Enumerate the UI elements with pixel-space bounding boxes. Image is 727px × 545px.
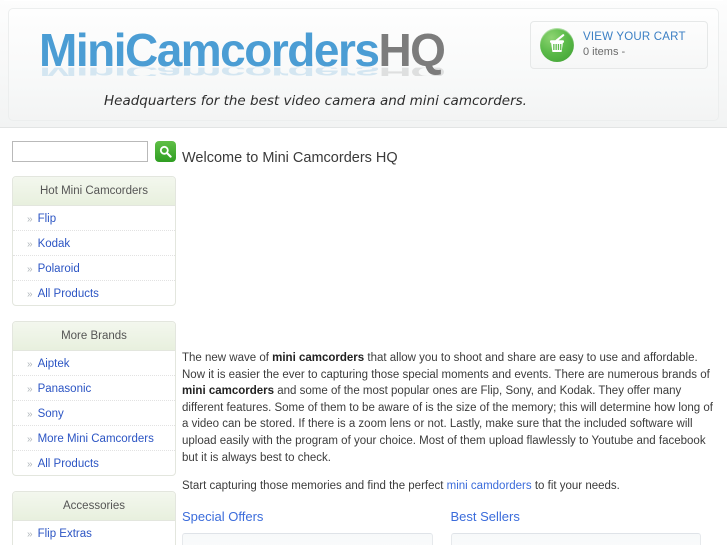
list-item[interactable]: » More Mini Camcorders: [13, 426, 175, 451]
list-item[interactable]: » Kodak: [13, 231, 175, 256]
sidebar-panel-more-brands: More Brands » Aiptek » Panasonic » Sony » Mo…: [12, 321, 176, 476]
cart-item-count: 0 items -: [583, 46, 626, 59]
mini-camcorders-link[interactable]: mini camdorders: [447, 480, 532, 492]
best-sellers-section: Best Sellers: [450, 508, 720, 545]
special-offers-title: Special Offers: [182, 508, 264, 524]
list-item[interactable]: » All Products: [13, 281, 175, 305]
chevron-right-icon: »: [27, 359, 33, 370]
paragraph-text: Start capturing those memories and find …: [182, 480, 447, 493]
list-item[interactable]: » Aiptek: [13, 351, 175, 376]
chevron-right-icon: »: [27, 529, 33, 540]
bold-keyword: mini camcorders: [182, 385, 275, 398]
intro-paragraph: The new wave of mini camcorders that all…: [182, 350, 719, 466]
site-logo[interactable]: MiniCamcordersHQ MiniCamcordersHQ: [39, 25, 509, 98]
search-form: [12, 141, 176, 162]
list-item[interactable]: » Sony: [13, 401, 175, 426]
chevron-right-icon: »: [27, 289, 33, 300]
cart-title: VIEW YOUR CART: [583, 30, 686, 43]
sidebar-item-all-products[interactable]: All Products: [38, 458, 99, 470]
view-cart-button[interactable]: VIEW YOUR CART 0 items -: [530, 21, 708, 69]
body-area: Hot Mini Camcorders » Flip » Kodak » Polaro…: [0, 128, 727, 545]
search-input[interactable]: [12, 141, 148, 162]
site-header: MiniCamcordersHQ MiniCamcordersHQ Headqu…: [0, 0, 727, 128]
paragraph-text: to fit your needs.: [531, 480, 620, 493]
sidebar-list: » Flip » Kodak » Polaroid » All Products: [13, 206, 175, 305]
chevron-right-icon: »: [27, 239, 33, 250]
sidebar-panel-title: More Brands: [13, 322, 175, 351]
sidebar: Hot Mini Camcorders » Flip » Kodak » Polaro…: [12, 176, 176, 545]
chevron-right-icon: »: [27, 384, 33, 395]
chevron-right-icon: »: [27, 409, 33, 420]
best-sellers-title: Best Sellers: [450, 508, 520, 524]
sidebar-item-sony[interactable]: Sony: [38, 408, 64, 420]
special-offers-box: [182, 532, 433, 545]
header-panel: MiniCamcordersHQ MiniCamcordersHQ Headqu…: [8, 8, 719, 121]
page-title: Welcome to Mini Camcorders HQ: [182, 150, 398, 166]
sidebar-item-panasonic[interactable]: Panasonic: [38, 383, 92, 395]
search-button[interactable]: [155, 141, 176, 162]
special-offers-section: Special Offers: [182, 509, 451, 545]
sidebar-item-flip[interactable]: Flip: [38, 213, 57, 225]
bottom-sections: Special Offers Best Sellers: [182, 509, 719, 545]
sidebar-panel-title: Accessories: [13, 492, 175, 521]
best-sellers-box: [450, 532, 701, 545]
site-tagline: Headquarters for the best video camera a…: [104, 93, 527, 109]
list-item[interactable]: » Flip: [13, 206, 175, 231]
logo-reflection: MiniCamcordersHQ: [39, 68, 509, 76]
paragraph-text: The new wave of: [182, 352, 273, 364]
logo-reflection-primary: MiniCamcorders: [39, 68, 378, 76]
list-item[interactable]: » Flip Extras: [13, 521, 175, 545]
sidebar-item-aiptek[interactable]: Aiptek: [38, 358, 70, 370]
chevron-right-icon: »: [27, 459, 33, 470]
page-root: MiniCamcordersHQ MiniCamcordersHQ Headqu…: [0, 0, 727, 545]
sidebar-item-all-products[interactable]: All Products: [38, 288, 99, 300]
shopping-basket-icon: [540, 28, 574, 62]
sidebar-item-more-mini-camcorders[interactable]: More Mini Camcorders: [38, 433, 154, 445]
list-item[interactable]: » Panasonic: [13, 376, 175, 401]
chevron-right-icon: »: [27, 214, 33, 225]
sidebar-panel-hot-mini-camcorders: Hot Mini Camcorders » Flip » Kodak » Polaro…: [12, 176, 176, 306]
sidebar-list: » Aiptek » Panasonic » Sony » More Mini Camc…: [13, 351, 175, 475]
sidebar-panel-title: Hot Mini Camcorders: [13, 177, 175, 206]
search-icon: [159, 145, 172, 158]
bold-keyword: mini camcorders: [272, 352, 365, 364]
closing-paragraph: Start capturing those memories and find …: [182, 478, 719, 495]
sidebar-item-kodak[interactable]: Kodak: [38, 238, 71, 250]
cart-text-wrap: VIEW YOUR CART 0 items -: [583, 30, 686, 60]
main-content: Welcome to Mini Camcorders HQ The new wa…: [182, 150, 719, 545]
sidebar-panel-accessories: Accessories » Flip Extras: [12, 491, 176, 545]
list-item[interactable]: » Polaroid: [13, 256, 175, 281]
chevron-right-icon: »: [27, 434, 33, 445]
sidebar-list: » Flip Extras: [13, 521, 175, 545]
list-item[interactable]: » All Products: [13, 451, 175, 475]
sidebar-item-polaroid[interactable]: Polaroid: [38, 263, 80, 275]
chevron-right-icon: »: [27, 264, 33, 275]
sidebar-item-flip-extras[interactable]: Flip Extras: [38, 528, 92, 540]
logo-reflection-secondary: HQ: [378, 68, 444, 76]
